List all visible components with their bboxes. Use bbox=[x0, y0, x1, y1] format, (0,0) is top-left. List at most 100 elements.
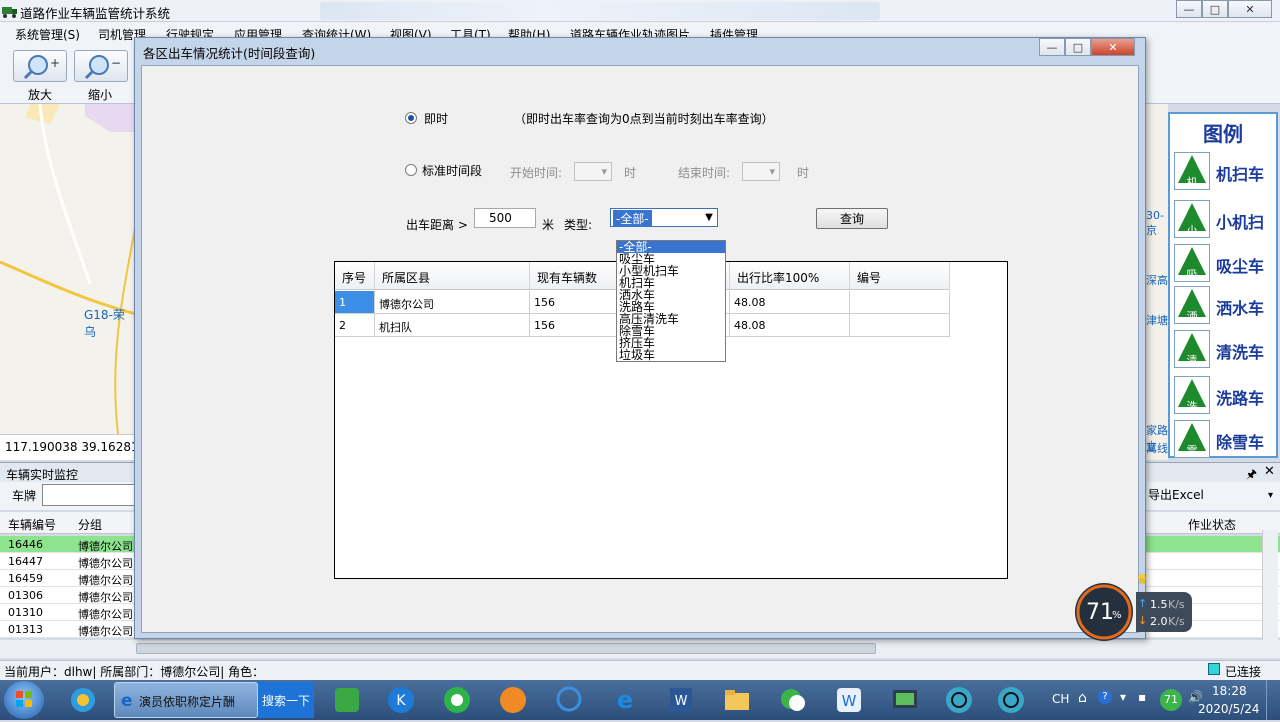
clock-time[interactable]: 18:28 bbox=[1212, 684, 1247, 698]
start-hour-select[interactable] bbox=[574, 162, 612, 181]
radar-icon[interactable] bbox=[934, 683, 984, 717]
zoom-in-label: 放大 bbox=[28, 88, 53, 102]
table-cell[interactable]: 2 bbox=[335, 314, 375, 337]
zoom-in-button[interactable]: + bbox=[13, 50, 67, 82]
arrow-icon: 吸 bbox=[1174, 244, 1210, 282]
horizontal-scrollbar[interactable] bbox=[0, 640, 1280, 658]
arrow-icon: 机 bbox=[1174, 152, 1210, 190]
green-app-icon[interactable] bbox=[322, 683, 372, 717]
col-trip-ratio[interactable]: 出行比率100% bbox=[730, 262, 850, 290]
instant-label: 即时 bbox=[424, 112, 449, 126]
svg-text:W: W bbox=[675, 694, 688, 709]
table-cell[interactable]: 156 bbox=[530, 291, 630, 314]
table-cell[interactable] bbox=[850, 314, 950, 337]
k-app-icon[interactable]: K bbox=[376, 683, 426, 717]
table-cell[interactable]: 156 bbox=[530, 314, 630, 337]
browser-icon[interactable] bbox=[432, 683, 482, 717]
standard-period-radio[interactable] bbox=[405, 164, 417, 176]
ie-icon: e bbox=[121, 691, 133, 711]
map-view[interactable]: G18-荣乌 bbox=[0, 104, 136, 434]
maximize-button[interactable]: □ bbox=[1202, 0, 1228, 18]
tray-badge[interactable]: 71 bbox=[1160, 689, 1182, 711]
close-panel-icon[interactable]: ✕ bbox=[1264, 464, 1275, 479]
legend-label: 机扫车 bbox=[1216, 165, 1265, 184]
network-monitor-widget[interactable]: 71 % bbox=[1072, 582, 1142, 642]
export-excel-button[interactable]: 导出Excel bbox=[1148, 486, 1204, 503]
dialog-body: 即时 （即时出车率查询为0点到当前时刻出车率查询） 标准时间段 开始时间: 时 … bbox=[141, 65, 1139, 633]
word-icon[interactable]: W bbox=[656, 683, 706, 717]
chevron-down-icon[interactable]: ▾ bbox=[1268, 490, 1273, 501]
type-selected-value: -全部- bbox=[613, 210, 652, 227]
col-vehicle-id[interactable]: 车辆编号 bbox=[8, 516, 56, 533]
table-cell[interactable]: 48.08 bbox=[730, 291, 850, 314]
arrow-icon: 洒 bbox=[1174, 286, 1210, 324]
type-select[interactable]: -全部- ▼ bbox=[610, 208, 718, 227]
close-button[interactable]: ✕ bbox=[1228, 0, 1272, 18]
network-icon[interactable]: ▪ bbox=[1138, 690, 1146, 704]
distance-input[interactable]: 500 bbox=[474, 208, 536, 228]
col-vehicle-count[interactable]: 现有车辆数 bbox=[530, 262, 630, 290]
ie-browser-icon[interactable]: e bbox=[600, 683, 650, 717]
search-button[interactable]: 搜索一下 bbox=[258, 682, 314, 718]
table-cell[interactable]: 48.08 bbox=[730, 314, 850, 337]
type-option[interactable]: 垃圾车 bbox=[617, 349, 725, 361]
table-cell[interactable]: 机扫队 bbox=[375, 314, 530, 337]
start-time-label: 开始时间: bbox=[510, 166, 563, 180]
download-arrow-icon: ↓ bbox=[1138, 614, 1148, 627]
table-cell[interactable]: 博德尔公司 bbox=[375, 291, 530, 314]
dialog-maximize-button[interactable]: □ bbox=[1065, 38, 1091, 56]
browser-tabs-strip bbox=[320, 2, 880, 20]
terminal-icon[interactable] bbox=[880, 683, 930, 717]
player-icon[interactable] bbox=[488, 683, 538, 717]
status-bar: 当前用户：dlhw| 所属部门：博德尔公司| 角色： 已连接 bbox=[0, 660, 1280, 680]
tray-options-icon[interactable]: ▾ bbox=[1120, 690, 1126, 704]
map-label-5: 蓠线 bbox=[1146, 442, 1168, 455]
map-label-2: 深高 bbox=[1146, 274, 1168, 287]
map-roads bbox=[0, 104, 136, 434]
chat-bubble-icon[interactable] bbox=[544, 683, 594, 717]
dialog-close-button[interactable]: ✕ bbox=[1091, 38, 1135, 56]
instant-radio[interactable] bbox=[405, 112, 417, 124]
col-group[interactable]: 分组 bbox=[78, 516, 102, 533]
tray-app-icon[interactable]: ⌂ bbox=[1078, 690, 1087, 706]
legend-label: 洒水车 bbox=[1216, 299, 1265, 318]
legend-item: 洒 洒水车 bbox=[1174, 286, 1274, 324]
svg-text:雪: 雪 bbox=[1187, 444, 1198, 457]
query-button[interactable]: 查询 bbox=[816, 208, 888, 229]
connection-status: 已连接 bbox=[1225, 665, 1262, 679]
chevron-down-icon[interactable]: ▼ bbox=[701, 209, 717, 226]
menu-system[interactable]: 系统管理(S) bbox=[15, 26, 80, 43]
clock-date[interactable]: 2020/5/24 bbox=[1198, 702, 1260, 716]
end-hour-select[interactable] bbox=[742, 162, 780, 181]
plate-input[interactable] bbox=[42, 484, 136, 506]
connection-icon bbox=[1208, 663, 1220, 675]
col-code[interactable]: 编号 bbox=[850, 262, 950, 290]
monitor-title: 车辆实时监控 bbox=[6, 468, 79, 482]
zoom-out-button[interactable]: − bbox=[74, 50, 128, 82]
dialog-minimize-button[interactable]: — bbox=[1039, 38, 1065, 56]
wps-icon[interactable]: W bbox=[824, 683, 874, 717]
taskbar-app-label: 演员依职称定片酬 bbox=[139, 695, 236, 709]
table-cell[interactable] bbox=[850, 291, 950, 314]
security-app-icon[interactable] bbox=[58, 683, 108, 717]
table-cell[interactable]: 1 bbox=[335, 291, 375, 314]
col-index[interactable]: 序号 bbox=[335, 262, 375, 290]
minimize-button[interactable]: — bbox=[1176, 0, 1202, 18]
svg-text:吸: 吸 bbox=[1187, 268, 1198, 281]
show-desktop-button[interactable] bbox=[1266, 680, 1280, 720]
col-work-status[interactable]: 作业状态 bbox=[1188, 516, 1236, 533]
help-icon[interactable]: ? bbox=[1098, 690, 1112, 704]
scrollbar-thumb[interactable] bbox=[136, 643, 876, 654]
col-district[interactable]: 所属区县 bbox=[375, 262, 530, 290]
start-button[interactable] bbox=[4, 681, 44, 719]
folder-icon[interactable] bbox=[712, 683, 762, 717]
radar-icon-2[interactable] bbox=[986, 683, 1036, 717]
vertical-scrollbar[interactable] bbox=[1262, 530, 1278, 640]
legend-item: 机 机扫车 bbox=[1174, 152, 1274, 190]
svg-text:小: 小 bbox=[1187, 224, 1198, 237]
wechat-icon[interactable] bbox=[768, 683, 818, 717]
legend-label: 小机扫 bbox=[1216, 213, 1265, 232]
ime-indicator[interactable]: CH bbox=[1052, 692, 1069, 706]
taskbar-ie-window[interactable]: e 演员依职称定片酬 bbox=[114, 682, 258, 718]
legend-item: 清 清洗车 bbox=[1174, 330, 1274, 368]
